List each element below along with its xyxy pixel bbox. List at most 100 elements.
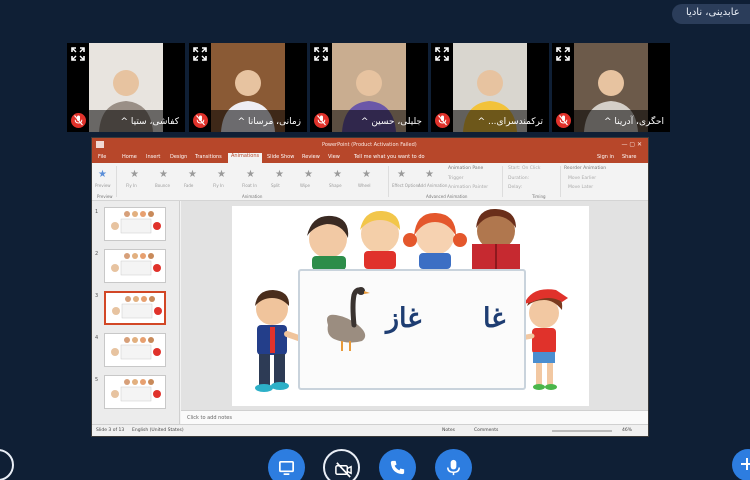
- child-4-image: [472, 208, 520, 270]
- animation-effect-label[interactable]: Fly In: [126, 183, 137, 188]
- thumbnail-preview: [111, 379, 161, 402]
- participant-tile[interactable]: کفاشی، ستیا ^: [67, 43, 185, 132]
- tab-transitions[interactable]: Transitions: [195, 154, 222, 160]
- comments-toggle[interactable]: Comments: [474, 428, 498, 433]
- participant-name: جلیلی، حسین ^: [360, 117, 422, 127]
- thumbnail-preview: [111, 337, 161, 360]
- slide-number: 2: [95, 251, 99, 257]
- expand-icon[interactable]: [70, 46, 86, 62]
- animation-painter-button[interactable]: Animation Painter: [448, 185, 488, 190]
- effect-options-label[interactable]: Effect Options: [392, 183, 420, 188]
- thumbnail-preview: [111, 211, 161, 234]
- save-icon[interactable]: [96, 141, 104, 148]
- preview-icon[interactable]: ★: [98, 169, 107, 180]
- call-button[interactable]: [379, 449, 416, 480]
- trigger-button[interactable]: Trigger: [448, 176, 464, 181]
- tab-home[interactable]: Home: [122, 154, 137, 160]
- zoom-slider[interactable]: [552, 430, 612, 432]
- current-slide: غاز غا: [232, 206, 589, 406]
- more-options-button[interactable]: [732, 449, 750, 480]
- camera-off-button[interactable]: [323, 449, 360, 480]
- video-button[interactable]: [268, 449, 305, 480]
- slide-counter: Slide 3 of 13: [96, 428, 125, 433]
- slide-thumbnail[interactable]: [104, 207, 166, 241]
- expand-icon[interactable]: [434, 46, 450, 62]
- tab-insert[interactable]: Insert: [146, 154, 160, 160]
- participant-name: کفاشی، ستیا ^: [120, 117, 179, 127]
- duration-field[interactable]: Duration:: [508, 176, 529, 181]
- window-controls-icon[interactable]: — ▢ ✕: [621, 141, 642, 148]
- section-animation: Animation: [242, 194, 263, 199]
- sign-in-link[interactable]: Sign in: [597, 154, 614, 160]
- animation-effect-icon[interactable]: ★: [333, 169, 342, 180]
- child-3-image: [403, 212, 467, 269]
- slide-thumbnail[interactable]: [104, 375, 166, 409]
- child-2-image: [360, 210, 400, 269]
- tab-animations[interactable]: Animations: [228, 153, 263, 163]
- tab-file[interactable]: File: [98, 154, 106, 160]
- slide-thumbnail[interactable]: [104, 249, 166, 283]
- ppt-status-bar: Slide 3 of 13 English (United States) No…: [92, 424, 648, 436]
- animation-effect-icon[interactable]: ★: [362, 169, 371, 180]
- animation-effect-label[interactable]: Fade: [184, 183, 193, 188]
- tab-slide-show[interactable]: Slide Show: [267, 154, 294, 160]
- animation-effect-icon[interactable]: ★: [246, 169, 255, 180]
- mic-muted-icon: [556, 113, 571, 128]
- shared-screen-powerpoint: PowerPoint (Product Activation Failed) —…: [91, 137, 649, 437]
- animation-effect-icon[interactable]: ★: [304, 169, 313, 180]
- move-earlier-button[interactable]: Move Earlier: [568, 176, 596, 181]
- add-animation-label[interactable]: Add Animation: [418, 183, 447, 188]
- microphone-button[interactable]: [435, 449, 472, 480]
- share-button[interactable]: Share: [622, 154, 636, 160]
- tab-review[interactable]: Review: [302, 154, 320, 160]
- tab-view[interactable]: View: [328, 154, 340, 160]
- participant-tile[interactable]: احگری، آدرینا ^: [552, 43, 670, 132]
- participant-name: ترکمندسرای... ^: [477, 117, 543, 127]
- ppt-ribbon: ★ Preview ★ Fly In ★ Bounce ★ Fade ★ Fly In ★ Flo…: [92, 163, 648, 201]
- animation-effect-label[interactable]: Float In: [242, 183, 257, 188]
- ppt-ribbon-tabs: Tell me what you want to do Sign in Shar…: [92, 152, 648, 163]
- child-1-image: [307, 215, 349, 270]
- animation-effect-icon[interactable]: ★: [188, 169, 197, 180]
- hand-raise-button[interactable]: [0, 449, 14, 480]
- start-select[interactable]: Start: On Click: [508, 166, 541, 171]
- animation-effect-label[interactable]: Fly In: [213, 183, 224, 188]
- tab-design[interactable]: Design: [170, 154, 187, 160]
- microphone-icon: [447, 459, 460, 476]
- notes-pane[interactable]: Click to add notes: [181, 410, 648, 424]
- animation-effect-label[interactable]: Split: [271, 183, 280, 188]
- notes-toggle[interactable]: Notes: [442, 428, 455, 433]
- participant-tile[interactable]: جلیلی، حسین ^: [310, 43, 428, 132]
- delay-field[interactable]: Delay:: [508, 185, 522, 190]
- animation-effect-icon[interactable]: ★: [217, 169, 226, 180]
- animation-effect-icon[interactable]: ★: [275, 169, 284, 180]
- add-animation-icon[interactable]: ★: [425, 169, 434, 180]
- animation-effect-icon[interactable]: ★: [130, 169, 139, 180]
- animation-effect-label[interactable]: Wipe: [300, 183, 310, 188]
- slide-thumbnail[interactable]: [104, 291, 166, 325]
- mic-muted-icon: [193, 113, 208, 128]
- ppt-title-bar: PowerPoint (Product Activation Failed) —…: [92, 138, 648, 152]
- animation-effect-label[interactable]: Wheel: [358, 183, 371, 188]
- animation-effect-label[interactable]: Bounce: [155, 183, 170, 188]
- participant-tile[interactable]: زمانی، مرسانا ^: [189, 43, 307, 132]
- mic-muted-icon: [314, 113, 329, 128]
- participant-tile[interactable]: ترکمندسرای... ^: [431, 43, 549, 132]
- animation-effect-label[interactable]: Shape: [329, 183, 342, 188]
- plus-icon: [741, 458, 750, 470]
- zoom-level: 46%: [622, 428, 633, 433]
- animation-effect-icon[interactable]: ★: [159, 169, 168, 180]
- tell-me-search[interactable]: Tell me what you want to do: [354, 154, 425, 160]
- expand-icon[interactable]: [555, 46, 571, 62]
- effect-options-icon[interactable]: ★: [397, 169, 406, 180]
- slide-thumbnail[interactable]: [104, 333, 166, 367]
- goose-image: [327, 287, 370, 351]
- animation-pane-button[interactable]: Animation Pane: [448, 166, 483, 171]
- slide-number: 4: [95, 335, 99, 341]
- section-preview: Preview: [97, 194, 113, 199]
- language-indicator: English (United States): [132, 428, 184, 433]
- move-later-button[interactable]: Move Later: [568, 185, 593, 190]
- expand-icon[interactable]: [192, 46, 208, 62]
- expand-icon[interactable]: [313, 46, 329, 62]
- section-advanced: Advanced Animation: [426, 194, 468, 199]
